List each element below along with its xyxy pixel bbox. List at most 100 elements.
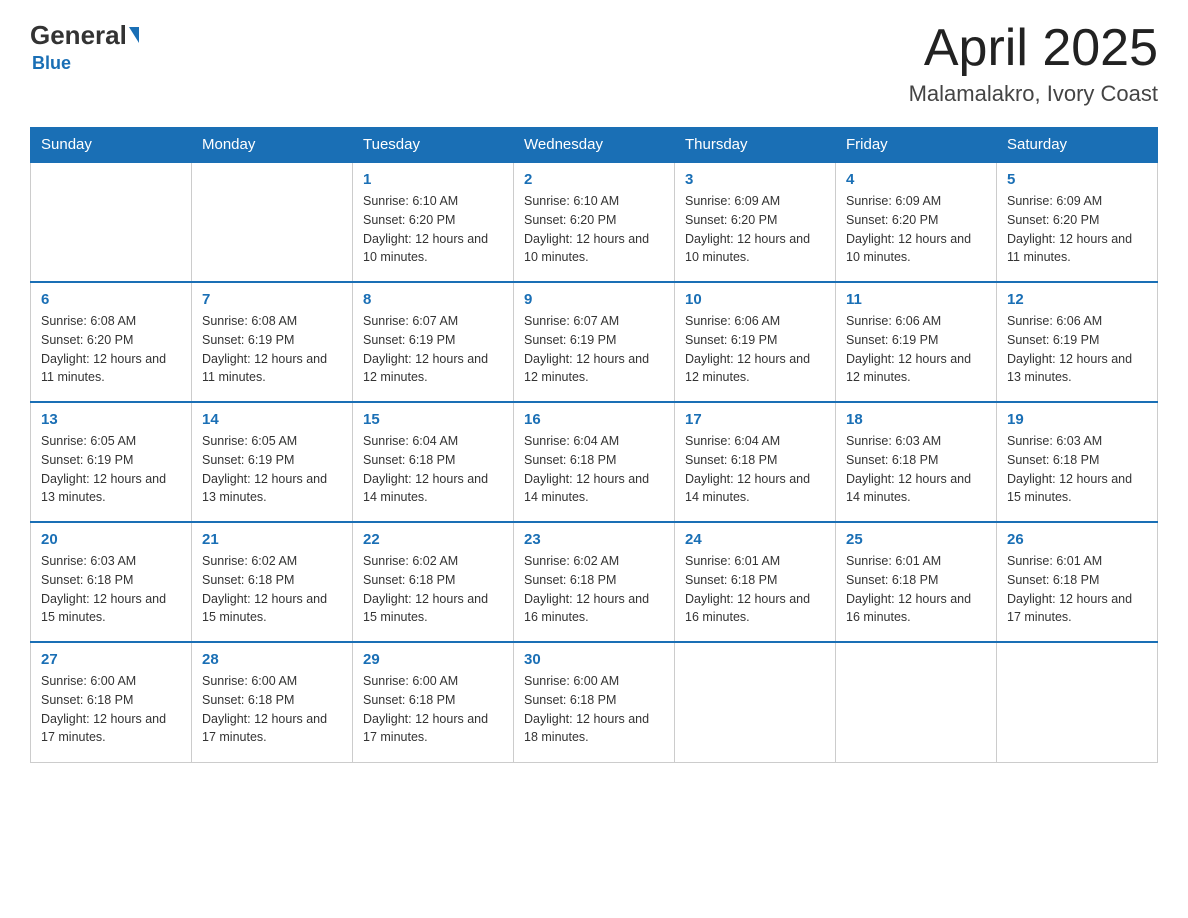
week-row: 20 Sunrise: 6:03 AMSunset: 6:18 PMDayligh… [31,522,1158,642]
day-info: Sunrise: 6:07 AMSunset: 6:19 PMDaylight:… [524,312,664,387]
day-cell: 19 Sunrise: 6:03 AMSunset: 6:18 PMDayligh… [997,402,1158,522]
day-info: Sunrise: 6:03 AMSunset: 6:18 PMDaylight:… [41,552,181,627]
day-number: 10 [685,291,825,308]
day-cell [836,642,997,762]
day-number: 20 [41,531,181,548]
day-cell: 1 Sunrise: 6:10 AMSunset: 6:20 PMDaylight… [353,162,514,282]
day-info: Sunrise: 6:09 AMSunset: 6:20 PMDaylight:… [685,192,825,267]
day-info: Sunrise: 6:06 AMSunset: 6:19 PMDaylight:… [685,312,825,387]
day-number: 22 [363,531,503,548]
day-number: 30 [524,651,664,668]
title-area: April 2025 Malamalakro, Ivory Coast [909,20,1158,107]
day-cell: 28 Sunrise: 6:00 AMSunset: 6:18 PMDayligh… [192,642,353,762]
day-info: Sunrise: 6:04 AMSunset: 6:18 PMDaylight:… [363,432,503,507]
day-number: 19 [1007,411,1147,428]
day-number: 14 [202,411,342,428]
day-cell: 12 Sunrise: 6:06 AMSunset: 6:19 PMDayligh… [997,282,1158,402]
day-cell: 23Sunrise: 6:02 AMSunset: 6:18 PMDayligh… [514,522,675,642]
day-info: Sunrise: 6:00 AMSunset: 6:18 PMDaylight:… [202,672,342,747]
day-number: 15 [363,411,503,428]
day-number: 26 [1007,531,1147,548]
day-cell: 16Sunrise: 6:04 AMSunset: 6:18 PMDayligh… [514,402,675,522]
day-of-week-header: Friday [836,128,997,163]
day-number: 16 [524,411,664,428]
day-number: 11 [846,291,986,308]
day-info: Sunrise: 6:01 AMSunset: 6:18 PMDaylight:… [1007,552,1147,627]
day-info: Sunrise: 6:00 AMSunset: 6:18 PMDaylight:… [524,672,664,747]
week-row: 6Sunrise: 6:08 AMSunset: 6:20 PMDaylight… [31,282,1158,402]
day-cell: 22 Sunrise: 6:02 AMSunset: 6:18 PMDayligh… [353,522,514,642]
day-number: 24 [685,531,825,548]
week-row: 13 Sunrise: 6:05 AMSunset: 6:19 PMDayligh… [31,402,1158,522]
location-title: Malamalakro, Ivory Coast [909,81,1158,107]
day-info: Sunrise: 6:01 AMSunset: 6:18 PMDaylight:… [846,552,986,627]
day-info: Sunrise: 6:02 AMSunset: 6:18 PMDaylight:… [363,552,503,627]
day-number: 28 [202,651,342,668]
day-cell: 8 Sunrise: 6:07 AMSunset: 6:19 PMDaylight… [353,282,514,402]
logo-blue-text: Blue [32,53,71,74]
day-number: 1 [363,171,503,188]
day-number: 12 [1007,291,1147,308]
day-number: 4 [846,171,986,188]
day-info: Sunrise: 6:00 AMSunset: 6:18 PMDaylight:… [41,672,181,747]
day-of-week-header: Saturday [997,128,1158,163]
day-info: Sunrise: 6:07 AMSunset: 6:19 PMDaylight:… [363,312,503,387]
day-number: 9 [524,291,664,308]
day-cell [192,162,353,282]
logo-text: General [30,20,139,51]
day-cell: 29Sunrise: 6:00 AMSunset: 6:18 PMDayligh… [353,642,514,762]
day-info: Sunrise: 6:09 AMSunset: 6:20 PMDaylight:… [1007,192,1147,267]
day-number: 17 [685,411,825,428]
day-of-week-header: Tuesday [353,128,514,163]
day-cell [31,162,192,282]
day-cell: 26 Sunrise: 6:01 AMSunset: 6:18 PMDayligh… [997,522,1158,642]
logo: General Blue [30,20,139,74]
day-cell [997,642,1158,762]
day-cell: 6Sunrise: 6:08 AMSunset: 6:20 PMDaylight… [31,282,192,402]
day-of-week-header: Wednesday [514,128,675,163]
day-cell: 11 Sunrise: 6:06 AMSunset: 6:19 PMDayligh… [836,282,997,402]
day-number: 23 [524,531,664,548]
day-number: 7 [202,291,342,308]
day-cell: 21 Sunrise: 6:02 AMSunset: 6:18 PMDayligh… [192,522,353,642]
day-cell: 27Sunrise: 6:00 AMSunset: 6:18 PMDayligh… [31,642,192,762]
day-cell: 20 Sunrise: 6:03 AMSunset: 6:18 PMDayligh… [31,522,192,642]
header-row: SundayMondayTuesdayWednesdayThursdayFrid… [31,128,1158,163]
day-info: Sunrise: 6:06 AMSunset: 6:19 PMDaylight:… [1007,312,1147,387]
day-info: Sunrise: 6:02 AMSunset: 6:18 PMDaylight:… [202,552,342,627]
day-info: Sunrise: 6:06 AMSunset: 6:19 PMDaylight:… [846,312,986,387]
day-number: 8 [363,291,503,308]
month-title: April 2025 [909,20,1158,77]
day-cell: 2Sunrise: 6:10 AMSunset: 6:20 PMDaylight… [514,162,675,282]
day-cell: 3 Sunrise: 6:09 AMSunset: 6:20 PMDaylight… [675,162,836,282]
day-cell: 13Sunrise: 6:05 AMSunset: 6:19 PMDayligh… [31,402,192,522]
day-number: 13 [41,411,181,428]
day-cell: 15 Sunrise: 6:04 AMSunset: 6:18 PMDayligh… [353,402,514,522]
day-info: Sunrise: 6:10 AMSunset: 6:20 PMDaylight:… [363,192,503,267]
day-number: 25 [846,531,986,548]
day-number: 6 [41,291,181,308]
day-info: Sunrise: 6:00 AMSunset: 6:18 PMDaylight:… [363,672,503,747]
day-cell: 18Sunrise: 6:03 AMSunset: 6:18 PMDayligh… [836,402,997,522]
logo-triangle-icon [129,27,139,43]
week-row: 1 Sunrise: 6:10 AMSunset: 6:20 PMDaylight… [31,162,1158,282]
day-cell: 7Sunrise: 6:08 AMSunset: 6:19 PMDaylight… [192,282,353,402]
header: General Blue April 2025 Malamalakro, Ivo… [30,20,1158,107]
day-number: 3 [685,171,825,188]
day-cell: 30 Sunrise: 6:00 AMSunset: 6:18 PMDayligh… [514,642,675,762]
day-cell: 24Sunrise: 6:01 AMSunset: 6:18 PMDayligh… [675,522,836,642]
week-row: 27Sunrise: 6:00 AMSunset: 6:18 PMDayligh… [31,642,1158,762]
day-of-week-header: Monday [192,128,353,163]
day-info: Sunrise: 6:04 AMSunset: 6:18 PMDaylight:… [685,432,825,507]
day-info: Sunrise: 6:03 AMSunset: 6:18 PMDaylight:… [846,432,986,507]
day-number: 5 [1007,171,1147,188]
day-cell: 25 Sunrise: 6:01 AMSunset: 6:18 PMDayligh… [836,522,997,642]
day-info: Sunrise: 6:05 AMSunset: 6:19 PMDaylight:… [202,432,342,507]
day-cell: 4Sunrise: 6:09 AMSunset: 6:20 PMDaylight… [836,162,997,282]
day-number: 21 [202,531,342,548]
day-info: Sunrise: 6:03 AMSunset: 6:18 PMDaylight:… [1007,432,1147,507]
logo-general: General [30,20,127,51]
day-of-week-header: Sunday [31,128,192,163]
day-info: Sunrise: 6:10 AMSunset: 6:20 PMDaylight:… [524,192,664,267]
day-cell: 17 Sunrise: 6:04 AMSunset: 6:18 PMDayligh… [675,402,836,522]
